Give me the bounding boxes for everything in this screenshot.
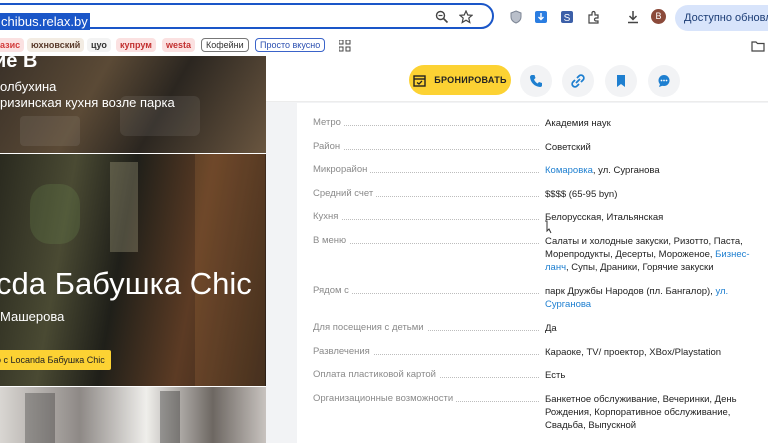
detail-value: Есть — [545, 370, 566, 381]
detail-value: , ул. Сурганова — [592, 165, 660, 176]
bookmark-item[interactable]: азис — [0, 38, 25, 52]
detail-value: парк Дружбы Народов (пл. Бангалор), — [545, 286, 716, 297]
detail-label: В меню — [313, 235, 350, 246]
apps-grid-icon[interactable] — [336, 37, 354, 55]
call-button[interactable] — [520, 65, 552, 97]
restaurant-card-image[interactable]: ие В олбухина ризинская кухня возле парк… — [0, 56, 266, 153]
detail-label: Средний счет — [313, 188, 377, 199]
svg-text:S: S — [564, 13, 571, 24]
downloads-icon[interactable] — [624, 8, 642, 26]
bookmark-item[interactable]: Кофейни — [201, 38, 249, 52]
detail-value: , Супы, Драники, Горячие закуски — [566, 262, 714, 273]
detail-value: Салаты и холодные закуски, Ризотто, Паст… — [545, 236, 743, 260]
bookmark-item[interactable]: westa — [162, 38, 196, 52]
restaurant-card-address: Машерова — [0, 309, 65, 324]
zoom-icon[interactable] — [433, 8, 451, 26]
chat-button[interactable] — [648, 65, 680, 97]
detail-label: Оплата пластиковой картой — [313, 369, 439, 380]
bookmark-item[interactable]: цуо — [87, 38, 111, 52]
text-cursor-icon — [545, 220, 552, 234]
detail-label: Кухня — [313, 211, 342, 222]
restaurant-card-address: олбухина — [0, 79, 57, 94]
book-button-label: БРОНИРОВАТЬ — [434, 75, 507, 85]
detail-label: Метро — [313, 117, 344, 128]
profile-avatar[interactable]: B — [651, 9, 666, 24]
detail-value: Академия наук — [545, 118, 611, 129]
save-bookmark-button[interactable] — [605, 65, 637, 97]
detail-value: $$$$ (65-95 byn) — [545, 189, 618, 200]
restaurant-card-image[interactable] — [0, 387, 266, 443]
bookmark-item[interactable]: купрум — [116, 38, 156, 52]
detail-value: Да — [545, 323, 557, 334]
details-card: Метро Академия наук Район Советский Микр… — [297, 103, 768, 443]
extensions-puzzle-icon[interactable] — [585, 8, 603, 26]
bookmark-star-icon[interactable] — [457, 8, 475, 26]
detail-value: Советский — [545, 142, 591, 153]
browser-toolbar: s chibus.relax.by S B Доступно обновлени… — [0, 0, 768, 35]
restaurant-card-description: ризинская кухня возле парка — [0, 95, 175, 110]
link-icon — [571, 74, 585, 88]
detail-label: Для посещения с детьми — [313, 322, 427, 333]
detail-label: Микрорайон — [313, 164, 371, 175]
detail-value: Банкетное обслуживание, Вечеринки, День … — [545, 394, 737, 431]
shield-extension-icon[interactable] — [507, 8, 525, 26]
chat-bubble-icon — [658, 75, 670, 87]
update-button[interactable]: Доступно обновление — [675, 5, 768, 31]
detail-label: Район — [313, 141, 344, 152]
detail-value: Караоке, TV/ проектор, XBox/Playstation — [545, 347, 722, 358]
restaurant-cards-column: ие В олбухина ризинская кухня возле парк… — [0, 56, 266, 443]
book-button[interactable]: БРОНИРОВАТЬ — [409, 65, 511, 95]
bookmark-icon — [617, 75, 625, 87]
restaurant-card-title[interactable]: ие В — [0, 56, 37, 73]
download-extension-icon[interactable] — [532, 8, 550, 26]
s-extension-icon[interactable]: S — [558, 8, 576, 26]
detail-label: Рядом с — [313, 285, 352, 296]
detail-value: Белорусская, Итальянская — [545, 212, 664, 223]
share-link-button[interactable] — [562, 65, 594, 97]
phone-icon — [530, 75, 542, 87]
address-bar[interactable]: chibus.relax.by — [0, 3, 494, 30]
microdistrict-link[interactable]: Комаровка — [545, 165, 593, 176]
bookmarks-folder-icon[interactable] — [749, 37, 767, 55]
restaurant-card-button[interactable]: о с Locanda Бабушка Chic — [0, 350, 111, 370]
detail-label: Организационные возможности — [313, 393, 457, 404]
url-text[interactable]: chibus.relax.by — [0, 13, 90, 30]
restaurant-details: БРОНИРОВАТЬ Метро Академия наук Район Со… — [266, 56, 768, 443]
bookmarks-bar: азис юхновский цуо купрум westa Кофейни … — [0, 35, 768, 57]
restaurant-card-title[interactable]: cda Бабушка Chic — [0, 266, 252, 302]
detail-label: Развлечения — [313, 346, 373, 357]
bookmark-item[interactable]: Просто вкусно — [255, 38, 326, 52]
restaurant-card-image[interactable]: cda Бабушка Chic Машерова о с Locanda Ба… — [0, 154, 266, 386]
action-bar: БРОНИРОВАТЬ — [266, 56, 768, 102]
calendar-check-icon — [413, 74, 426, 87]
bookmark-item[interactable]: юхновский — [27, 38, 85, 52]
